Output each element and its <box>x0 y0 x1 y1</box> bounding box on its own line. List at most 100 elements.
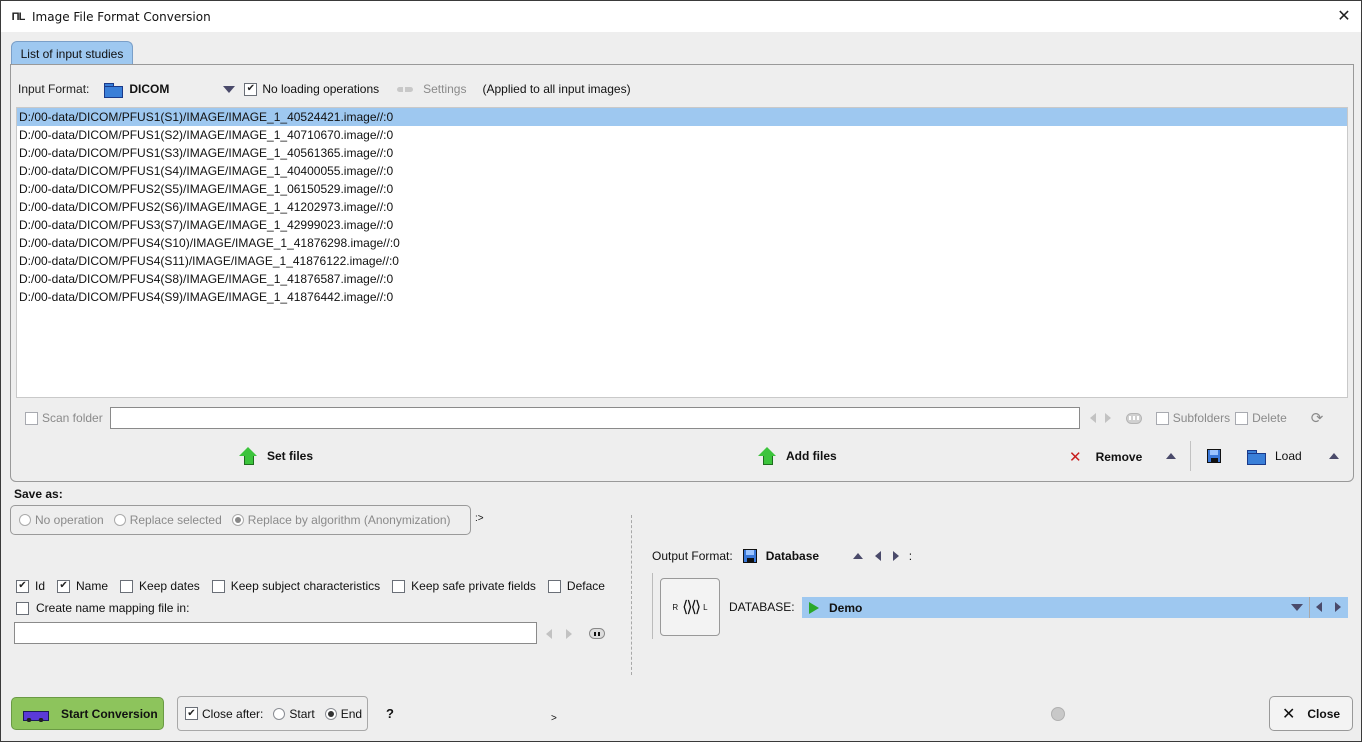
separator <box>1190 441 1191 471</box>
close-label: Close <box>1307 706 1341 721</box>
file-list-item[interactable]: D:/00-data/DICOM/PFUS4(S11)/IMAGE/IMAGE_… <box>17 252 1347 270</box>
close-after-start-radio[interactable] <box>273 707 286 720</box>
subfolders-checkbox[interactable] <box>1155 411 1169 425</box>
file-list-item[interactable]: D:/00-data/DICOM/PFUS4(S9)/IMAGE/IMAGE_1… <box>17 288 1347 306</box>
anon-option-checkbox[interactable] <box>120 579 134 593</box>
orientation-left-label: L <box>703 602 708 612</box>
set-files-button[interactable]: Set files <box>239 447 313 465</box>
anon-option-checkbox[interactable] <box>392 579 406 593</box>
load-button[interactable]: Load <box>1247 449 1302 465</box>
file-list-item[interactable]: D:/00-data/DICOM/PFUS1(S3)/IMAGE/IMAGE_1… <box>17 144 1347 162</box>
title-bar: ΠL Image File Format Conversion ✕ <box>1 1 1361 32</box>
remove-menu-up-icon[interactable] <box>1166 453 1176 459</box>
conversion-window: ΠL Image File Format Conversion ✕ List o… <box>0 0 1362 742</box>
scan-folder-row: Scan folder Subfolders Delete ⟳ <box>25 407 1345 429</box>
file-list-item[interactable]: D:/00-data/DICOM/PFUS2(S6)/IMAGE/IMAGE_1… <box>17 198 1347 216</box>
load-label: Load <box>1275 449 1302 463</box>
file-list-item[interactable]: D:/00-data/DICOM/PFUS1(S4)/IMAGE/IMAGE_1… <box>17 162 1347 180</box>
anon-option-checkbox[interactable]: ✔ <box>57 579 71 593</box>
output-format-row: Output Format: Database : <box>652 547 912 565</box>
browse-mapping-button[interactable] <box>589 628 605 639</box>
save-as-options: No operation Replace selected Replace by… <box>10 505 471 535</box>
input-file-list[interactable]: D:/00-data/DICOM/PFUS1(S1)/IMAGE/IMAGE_1… <box>16 107 1348 398</box>
name-mapping-checkbox[interactable] <box>16 601 29 615</box>
truck-icon <box>23 706 49 722</box>
output-format-up-icon[interactable] <box>852 553 863 559</box>
name-mapping-row: Create name mapping file in: <box>16 600 189 616</box>
close-after-group: ✔ Close after: Start End <box>177 696 368 731</box>
close-x-icon: ✕ <box>1281 705 1296 723</box>
database-floppy-icon <box>742 549 757 563</box>
file-list-item[interactable]: D:/00-data/DICOM/PFUS4(S10)/IMAGE/IMAGE_… <box>17 234 1347 252</box>
no-operation-radio[interactable] <box>19 514 31 526</box>
previous-mapping-icon[interactable] <box>546 629 552 639</box>
database-select[interactable]: Demo <box>802 597 1348 618</box>
next-folder-icon[interactable] <box>1104 413 1111 423</box>
close-after-checkbox[interactable]: ✔ <box>185 707 198 720</box>
section-divider <box>631 515 632 675</box>
remove-label: Remove <box>1095 450 1143 464</box>
plug-icon <box>397 86 414 92</box>
file-list-item[interactable]: D:/00-data/DICOM/PFUS3(S7)/IMAGE/IMAGE_1… <box>17 216 1347 234</box>
add-files-button[interactable]: Add files <box>758 447 837 465</box>
close-after-end-label: End <box>340 706 363 721</box>
replace-by-algorithm-radio[interactable] <box>231 514 244 526</box>
file-list-item[interactable]: D:/00-data/DICOM/PFUS1(S2)/IMAGE/IMAGE_1… <box>17 126 1347 144</box>
output-format-label: Output Format: <box>652 549 733 563</box>
close-after-start-label: Start <box>289 706 315 721</box>
replace-selected-label: Replace selected <box>129 513 222 527</box>
folder-icon <box>1247 449 1266 465</box>
scan-folder-checkbox[interactable] <box>25 411 38 425</box>
green-up-arrow-icon <box>239 447 257 465</box>
database-dropdown-icon[interactable] <box>1291 604 1303 611</box>
green-up-arrow-icon <box>758 447 776 465</box>
replace-selected-radio[interactable] <box>113 514 126 526</box>
window-title: Image File Format Conversion <box>32 9 211 24</box>
anon-option-checkbox[interactable]: ✔ <box>16 579 29 593</box>
orientation-button[interactable]: R ⟨⟩⟨⟩ L <box>660 578 720 636</box>
folder-icon <box>104 82 124 98</box>
mapping-file-input[interactable] <box>14 622 537 644</box>
save-list-floppy-icon[interactable] <box>1207 449 1221 463</box>
load-menu-up-icon[interactable] <box>1329 453 1339 459</box>
input-format-value[interactable]: DICOM <box>129 82 223 96</box>
close-button[interactable]: ✕ Close <box>1269 696 1353 731</box>
feet-icon: ⟨⟩⟨⟩ <box>682 599 701 616</box>
settings-button[interactable]: Settings <box>397 82 466 96</box>
database-next-icon[interactable] <box>1335 602 1341 612</box>
anon-option-label: Keep safe private fields <box>411 579 536 593</box>
scan-folder-label: Scan folder <box>42 411 103 425</box>
close-after-end-radio[interactable] <box>324 707 337 720</box>
browse-folder-button[interactable] <box>1125 412 1142 424</box>
orientation-right-label: R <box>672 602 679 612</box>
file-list-item[interactable]: D:/00-data/DICOM/PFUS4(S8)/IMAGE/IMAGE_1… <box>17 270 1347 288</box>
start-conversion-label: Start Conversion <box>61 706 158 721</box>
input-format-label: Input Format: <box>18 82 90 96</box>
tab-list-of-input-studies[interactable]: List of input studies <box>11 41 133 65</box>
refresh-icon[interactable]: ⟳ <box>1311 409 1324 427</box>
pmod-logo-icon: ΠL <box>11 10 26 23</box>
output-format-value[interactable]: Database <box>766 549 853 563</box>
input-format-dropdown-icon[interactable] <box>223 85 236 93</box>
database-prev-icon[interactable] <box>1316 602 1322 612</box>
window-close-button[interactable]: ✕ <box>1333 6 1355 26</box>
anon-option-label: Keep subject characteristics <box>230 579 381 593</box>
remove-button[interactable]: ✕ Remove <box>1069 448 1142 466</box>
scan-folder-input[interactable] <box>109 407 1080 429</box>
anon-option-label: Keep dates <box>139 579 200 593</box>
close-after-label: Close after: <box>202 706 264 721</box>
file-list-item[interactable]: D:/00-data/DICOM/PFUS2(S5)/IMAGE/IMAGE_1… <box>17 180 1347 198</box>
save-as-expand-button[interactable]: :> <box>475 513 484 524</box>
anon-option-checkbox[interactable] <box>211 579 225 593</box>
no-loading-checkbox[interactable]: ✔ <box>244 82 258 96</box>
help-button[interactable]: ? <box>386 706 394 721</box>
prompt-indicator: > <box>551 713 557 724</box>
delete-checkbox[interactable] <box>1235 411 1249 425</box>
start-conversion-button[interactable]: Start Conversion <box>11 697 164 730</box>
anon-option-checkbox[interactable] <box>547 579 561 593</box>
file-list-item[interactable]: D:/00-data/DICOM/PFUS1(S1)/IMAGE/IMAGE_1… <box>17 108 1347 126</box>
previous-folder-icon[interactable] <box>1089 413 1096 423</box>
next-mapping-icon[interactable] <box>566 629 572 639</box>
output-format-prev-icon[interactable] <box>874 551 881 561</box>
output-format-next-icon[interactable] <box>892 551 899 561</box>
